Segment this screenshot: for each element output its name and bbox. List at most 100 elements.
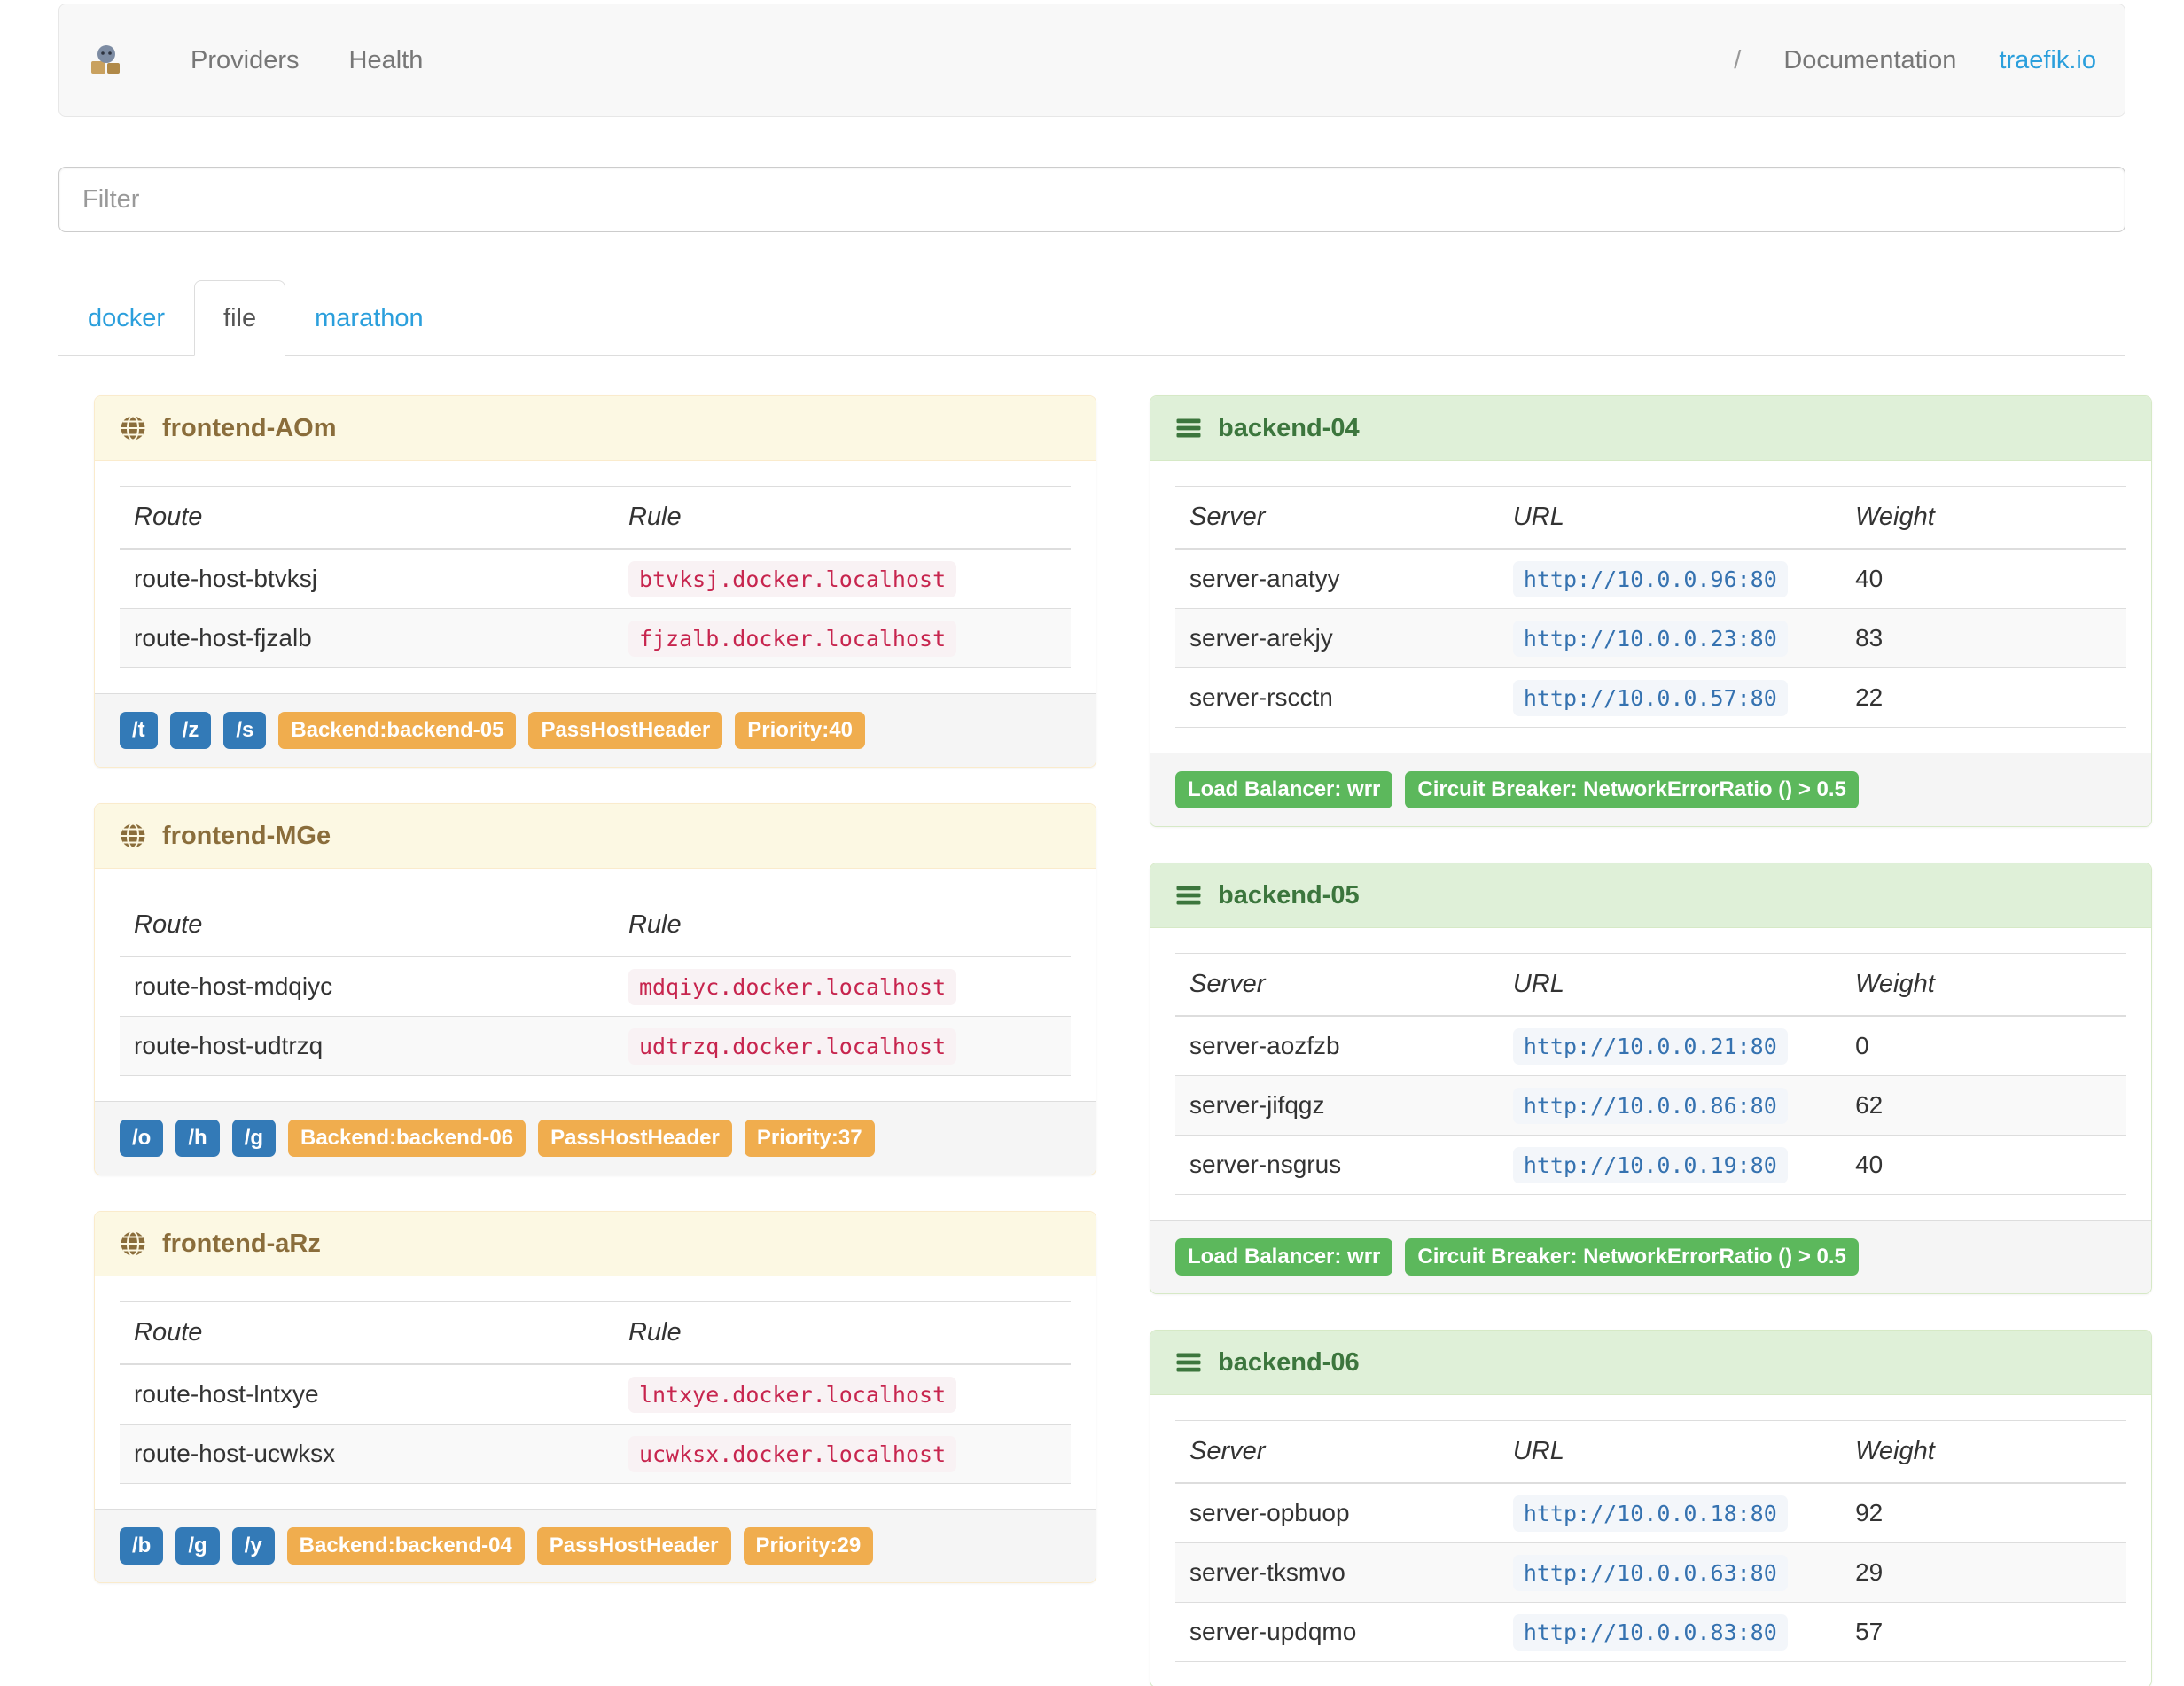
servers-table: Server URL Weight server-anatyy http://1… — [1175, 486, 2126, 728]
column-header-server: Server — [1175, 486, 1499, 550]
globe-icon — [120, 823, 146, 849]
frontend-panel-AOm: frontend-AOm Route Rule route-host-btvks… — [94, 395, 1096, 768]
column-header-route: Route — [120, 1301, 614, 1365]
priority-badge: Priority:29 — [743, 1527, 874, 1565]
entrypoint-badge: /s — [223, 712, 267, 749]
server-weight: 40 — [1841, 1135, 2126, 1195]
nav-traefik-site[interactable]: traefik.io — [1999, 46, 2096, 75]
server-row: server-anatyy http://10.0.0.96:80 40 — [1175, 549, 2126, 609]
route-name: route-host-fjzalb — [120, 608, 614, 668]
entrypoint-badge: /z — [169, 712, 212, 749]
nav-providers[interactable]: Providers — [166, 46, 324, 75]
column-header-url: URL — [1498, 1420, 1842, 1484]
frontend-panel-heading: frontend-MGe — [95, 804, 1096, 869]
route-rule: lntxye.docker.localhost — [628, 1377, 957, 1413]
column-header-route: Route — [120, 894, 614, 957]
filter-input[interactable] — [58, 167, 2126, 232]
globe-icon — [120, 1230, 146, 1257]
priority-badge: Priority:40 — [735, 712, 865, 749]
server-weight: 22 — [1841, 667, 2126, 728]
column-header-weight: Weight — [1841, 486, 2126, 550]
tab-marathon[interactable]: marathon — [285, 280, 453, 356]
server-url: http://10.0.0.63:80 — [1512, 1555, 1788, 1591]
server-url: http://10.0.0.86:80 — [1512, 1088, 1788, 1124]
server-row: server-nsgrus http://10.0.0.19:80 40 — [1175, 1135, 2126, 1195]
provider-tabs: docker file marathon — [58, 280, 2126, 356]
frontend-title: frontend-MGe — [162, 822, 332, 850]
route-row: route-host-mdqiyc mdqiyc.docker.localhos… — [120, 956, 1071, 1017]
entrypoint-badge: /y — [231, 1527, 275, 1565]
server-name: server-aozfzb — [1175, 1016, 1499, 1076]
server-url: http://10.0.0.96:80 — [1512, 561, 1788, 597]
frontend-title: frontend-aRz — [162, 1229, 321, 1258]
column-header-route: Route — [120, 486, 614, 550]
backend-ref-badge: Backend:backend-04 — [286, 1527, 525, 1565]
tab-file[interactable]: file — [194, 280, 286, 356]
server-row: server-jifqgz http://10.0.0.86:80 62 — [1175, 1075, 2126, 1136]
backend-panel-heading: backend-05 — [1150, 863, 2151, 928]
backend-panel-heading: backend-04 — [1150, 396, 2151, 461]
globe-icon — [120, 415, 146, 441]
entrypoint-badge: /t — [120, 712, 158, 749]
backend-panel-05: backend-05 Server URL Weight server-aozf… — [1150, 863, 2152, 1294]
route-name: route-host-mdqiyc — [120, 956, 614, 1017]
route-rule: fjzalb.docker.localhost — [628, 621, 957, 657]
backend-panel-footer: Load Balancer: wrr Circuit Breaker: Netw… — [1150, 753, 2151, 826]
server-name: server-arekjy — [1175, 608, 1499, 668]
server-weight: 62 — [1841, 1075, 2126, 1136]
tab-docker[interactable]: docker — [58, 280, 194, 356]
route-row: route-host-ucwksx ucwksx.docker.localhos… — [120, 1424, 1071, 1484]
server-name: server-nsgrus — [1175, 1135, 1499, 1195]
nav-health[interactable]: Health — [324, 46, 448, 75]
entrypoint-badge: /o — [120, 1120, 164, 1157]
route-name: route-host-lntxye — [120, 1364, 614, 1425]
routes-table: Route Rule route-host-lntxye lntxye.dock… — [120, 1301, 1071, 1484]
frontend-title: frontend-AOm — [162, 414, 337, 442]
server-url: http://10.0.0.21:80 — [1512, 1028, 1788, 1065]
entrypoint-badge: /h — [176, 1120, 220, 1157]
server-url: http://10.0.0.57:80 — [1512, 680, 1788, 716]
server-name: server-tksmvo — [1175, 1542, 1499, 1603]
server-row: server-opbuop http://10.0.0.18:80 92 — [1175, 1483, 2126, 1543]
server-weight: 0 — [1841, 1016, 2126, 1076]
column-header-url: URL — [1498, 953, 1842, 1017]
server-row: server-aozfzb http://10.0.0.21:80 0 — [1175, 1016, 2126, 1076]
route-name: route-host-btvksj — [120, 549, 614, 609]
server-row: server-updqmo http://10.0.0.83:80 57 — [1175, 1602, 2126, 1662]
backend-ref-badge: Backend:backend-06 — [287, 1120, 526, 1157]
entrypoint-badge: /g — [231, 1120, 276, 1157]
route-rule: udtrzq.docker.localhost — [628, 1028, 957, 1065]
entrypoint-badge: /b — [120, 1527, 164, 1565]
server-list-icon — [1175, 1349, 1202, 1376]
circuit-breaker-badge: Circuit Breaker: NetworkErrorRatio () > … — [1405, 1238, 1859, 1276]
backend-panel-heading: backend-06 — [1150, 1331, 2151, 1395]
server-url: http://10.0.0.23:80 — [1512, 621, 1788, 657]
frontend-panel-aRz: frontend-aRz Route Rule route-host-lntxy… — [94, 1211, 1096, 1583]
entrypoint-badge: /g — [176, 1527, 220, 1565]
backend-panel-04: backend-04 Server URL Weight server-anat… — [1150, 395, 2152, 827]
content-row: frontend-AOm Route Rule route-host-btvks… — [94, 395, 2152, 1686]
routes-table: Route Rule route-host-btvksj btvksj.dock… — [120, 486, 1071, 668]
route-rule: mdqiyc.docker.localhost — [628, 969, 957, 1005]
server-list-icon — [1175, 882, 1202, 909]
server-name: server-jifqgz — [1175, 1075, 1499, 1136]
circuit-breaker-badge: Circuit Breaker: NetworkErrorRatio () > … — [1405, 771, 1859, 808]
frontends-column: frontend-AOm Route Rule route-host-btvks… — [94, 395, 1096, 1619]
column-header-rule: Rule — [613, 1301, 1071, 1365]
route-row: route-host-btvksj btvksj.docker.localhos… — [120, 549, 1071, 609]
load-balancer-badge: Load Balancer: wrr — [1175, 771, 1393, 808]
column-header-server: Server — [1175, 1420, 1499, 1484]
frontend-panel-footer: /t /z /s Backend:backend-05 PassHostHead… — [95, 693, 1096, 767]
passhostheader-badge: PassHostHeader — [536, 1527, 731, 1565]
frontend-panel-body: Route Rule route-host-btvksj btvksj.dock… — [95, 461, 1096, 693]
nav-documentation[interactable]: Documentation — [1783, 46, 1956, 75]
load-balancer-badge: Load Balancer: wrr — [1175, 1238, 1393, 1276]
server-name: server-anatyy — [1175, 549, 1499, 609]
server-weight: 83 — [1841, 608, 2126, 668]
traefik-logo[interactable] — [88, 43, 125, 77]
navbar: Providers Health / Documentation traefik… — [58, 4, 2126, 117]
column-header-rule: Rule — [613, 894, 1071, 957]
navbar-right: / Documentation traefik.io — [1734, 46, 2096, 75]
servers-table: Server URL Weight server-opbuop http://1… — [1175, 1420, 2126, 1662]
backend-title: backend-05 — [1218, 881, 1360, 909]
